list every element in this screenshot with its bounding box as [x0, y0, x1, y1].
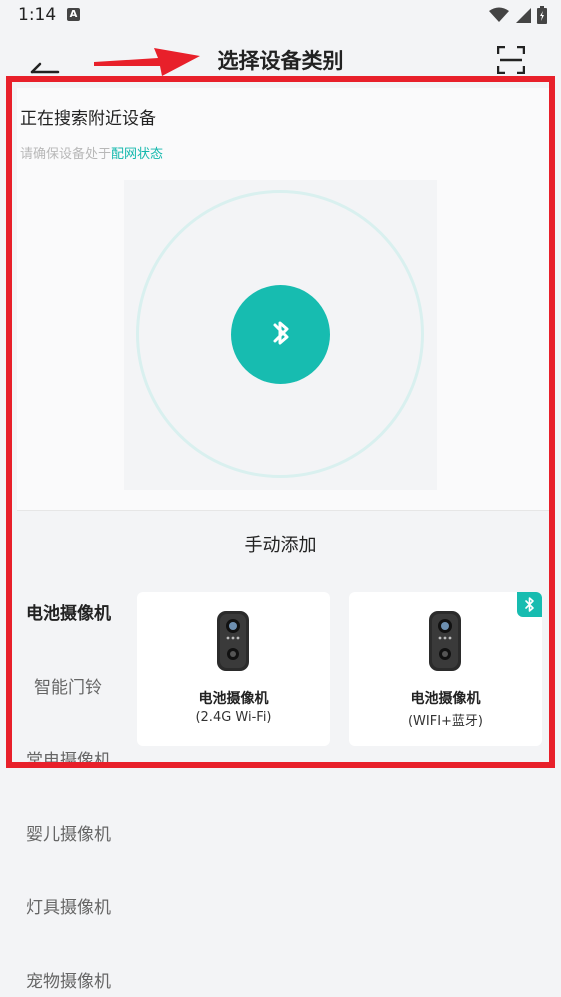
category-light-camera[interactable]: 灯具摄像机	[26, 893, 111, 918]
status-bar: 1:14 A	[0, 0, 561, 32]
category-pet-camera[interactable]: 宠物摄像机	[26, 967, 111, 992]
annotation-arrow-icon	[94, 48, 200, 76]
wifi-icon	[489, 7, 509, 22]
scan-icon[interactable]	[497, 46, 525, 74]
signal-icon	[516, 8, 531, 23]
battery-icon	[537, 6, 547, 24]
annotation-highlight-box	[6, 76, 555, 768]
page-title: 选择设备类别	[217, 49, 344, 73]
system-icons	[489, 6, 547, 24]
category-baby-camera[interactable]: 婴儿摄像机	[26, 820, 111, 845]
status-time: 1:14	[18, 5, 57, 25]
notification-a-icon: A	[67, 8, 80, 21]
